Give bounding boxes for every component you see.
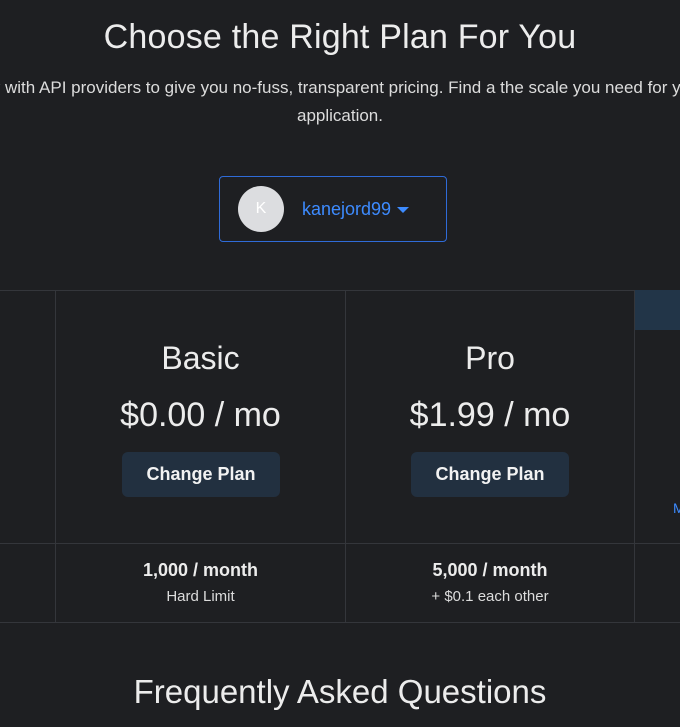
pricing-table: Basic $0.00 / mo Change Plan 1,000 / mon… (0, 290, 680, 623)
plan-column-basic: Basic $0.00 / mo Change Plan (56, 290, 345, 543)
page-subtitle: ctly with API providers to give you no-f… (0, 78, 680, 125)
featured-plan-header (635, 290, 680, 330)
limit-amount: 1,000 / month (142, 560, 259, 580)
plan-column-pro: Pro $1.99 / mo Change Plan (346, 290, 634, 543)
plan-limit-pro: 5,000 / month + $0.1 each other (346, 544, 634, 622)
change-plan-button[interactable]: Change Plan (411, 452, 569, 497)
plan-name: Pro (465, 340, 515, 376)
faq-title: Frequently Asked Questions (133, 673, 547, 710)
page-title: Choose the Right Plan For You (103, 18, 577, 56)
table-divider-bottom (0, 622, 680, 623)
plan-limit-basic: 1,000 / month Hard Limit (56, 544, 345, 622)
limit-note: + $0.1 each other (431, 588, 549, 605)
change-plan-button[interactable]: Change Plan (122, 452, 280, 497)
account-dropdown[interactable]: K kanejord99 (219, 176, 447, 242)
account-username: kanejord99 (302, 198, 392, 219)
limit-amount: 5,000 / month (432, 560, 548, 580)
plan-price: $1.99 / mo (409, 396, 571, 434)
caret-down-icon (397, 206, 410, 213)
plan-name: Basic (161, 340, 240, 376)
pricing-page: Choose the Right Plan For You ctly with … (0, 0, 680, 727)
limit-note: Hard Limit (166, 588, 235, 605)
plan-price: $0.00 / mo (120, 396, 281, 434)
avatar: K (238, 186, 284, 232)
column-divider (634, 290, 635, 623)
partial-plan-link[interactable]: M (673, 500, 680, 516)
